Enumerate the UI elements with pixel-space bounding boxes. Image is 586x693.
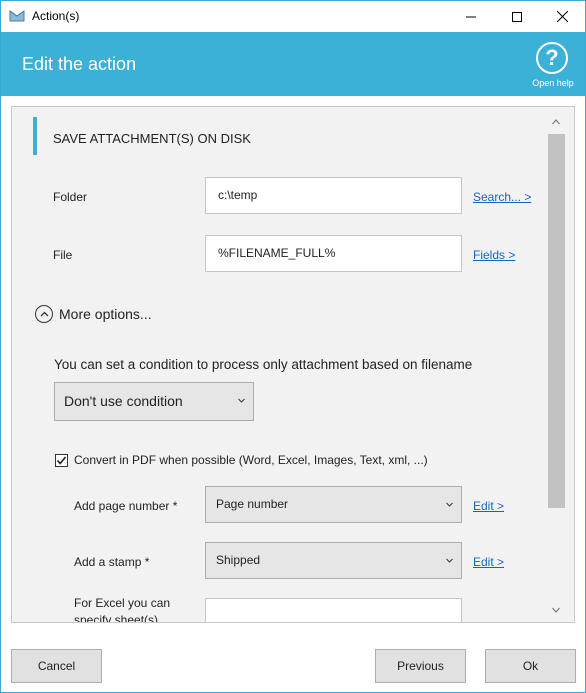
file-label: File: [53, 248, 73, 262]
more-options-toggle[interactable]: More options...: [35, 304, 152, 324]
close-icon: [556, 11, 568, 22]
help-icon: ?: [536, 42, 568, 74]
open-help-button[interactable]: ? Open help: [528, 42, 578, 92]
condition-description: You can set a condition to process only …: [54, 357, 473, 372]
close-button[interactable]: [539, 1, 585, 32]
condition-select-value: Don't use condition: [64, 393, 183, 409]
more-options-label: More options...: [59, 306, 152, 322]
maximize-button[interactable]: [494, 1, 540, 32]
file-fields-link[interactable]: Fields >: [473, 248, 515, 262]
chevron-down-icon: [446, 502, 453, 507]
excel-sheets-label-line1: For Excel you can: [74, 596, 171, 610]
scroll-down-arrow-icon[interactable]: [551, 605, 561, 615]
chevron-up-circle-icon: [35, 305, 53, 323]
stamp-label: Add a stamp *: [74, 555, 150, 569]
chevron-down-icon: [238, 398, 245, 403]
dialog-header: Edit the action ? Open help: [1, 32, 585, 96]
scroll-up-arrow-icon[interactable]: [551, 117, 561, 127]
section-accent-bar: [33, 117, 37, 155]
stamp-edit-link[interactable]: Edit >: [473, 555, 504, 569]
window-title: Action(s): [32, 9, 80, 23]
file-input[interactable]: %FILENAME_FULL%: [205, 235, 462, 272]
ok-button[interactable]: Ok: [485, 649, 576, 683]
maximize-icon: [512, 11, 522, 22]
chevron-down-icon: [446, 558, 453, 563]
page-number-edit-link[interactable]: Edit >: [473, 499, 504, 513]
excel-sheets-label-line2: specify sheet(s): [74, 613, 159, 623]
scrollbar-thumb[interactable]: [548, 134, 565, 508]
open-help-label: Open help: [532, 78, 574, 88]
vertical-scrollbar[interactable]: [544, 107, 574, 622]
condition-select[interactable]: Don't use condition: [54, 382, 254, 421]
folder-input[interactable]: c:\temp: [205, 177, 462, 214]
content-panel: SAVE ATTACHMENT(S) ON DISK Folder c:\tem…: [11, 106, 575, 623]
minimize-button[interactable]: [448, 1, 494, 32]
stamp-select[interactable]: Shipped: [205, 542, 462, 579]
folder-label: Folder: [53, 190, 88, 204]
action-dialog: Action(s) Edit the action ? Open help SA…: [0, 0, 586, 693]
title-bar: Action(s): [1, 1, 585, 32]
previous-button[interactable]: Previous: [375, 649, 466, 683]
minimize-icon: [466, 16, 476, 17]
folder-search-link[interactable]: Search... >: [473, 190, 531, 204]
page-number-label: Add page number *: [74, 499, 178, 513]
page-number-select-value: Page number: [216, 497, 289, 511]
convert-pdf-label: Convert in PDF when possible (Word, Exce…: [74, 453, 428, 467]
section-title: SAVE ATTACHMENT(S) ON DISK: [53, 131, 251, 146]
envelope-app-icon: [9, 10, 25, 22]
convert-pdf-checkbox[interactable]: [55, 453, 68, 467]
stamp-select-value: Shipped: [216, 553, 261, 567]
scroll-content: SAVE ATTACHMENT(S) ON DISK Folder c:\tem…: [12, 107, 544, 622]
cancel-button[interactable]: Cancel: [11, 649, 102, 683]
page-number-select[interactable]: Page number: [205, 486, 462, 523]
checkmark-icon: [56, 455, 67, 465]
excel-sheets-input[interactable]: [205, 598, 462, 622]
convert-pdf-checkbox-row[interactable]: Convert in PDF when possible (Word, Exce…: [55, 453, 428, 467]
page-title: Edit the action: [22, 54, 137, 74]
